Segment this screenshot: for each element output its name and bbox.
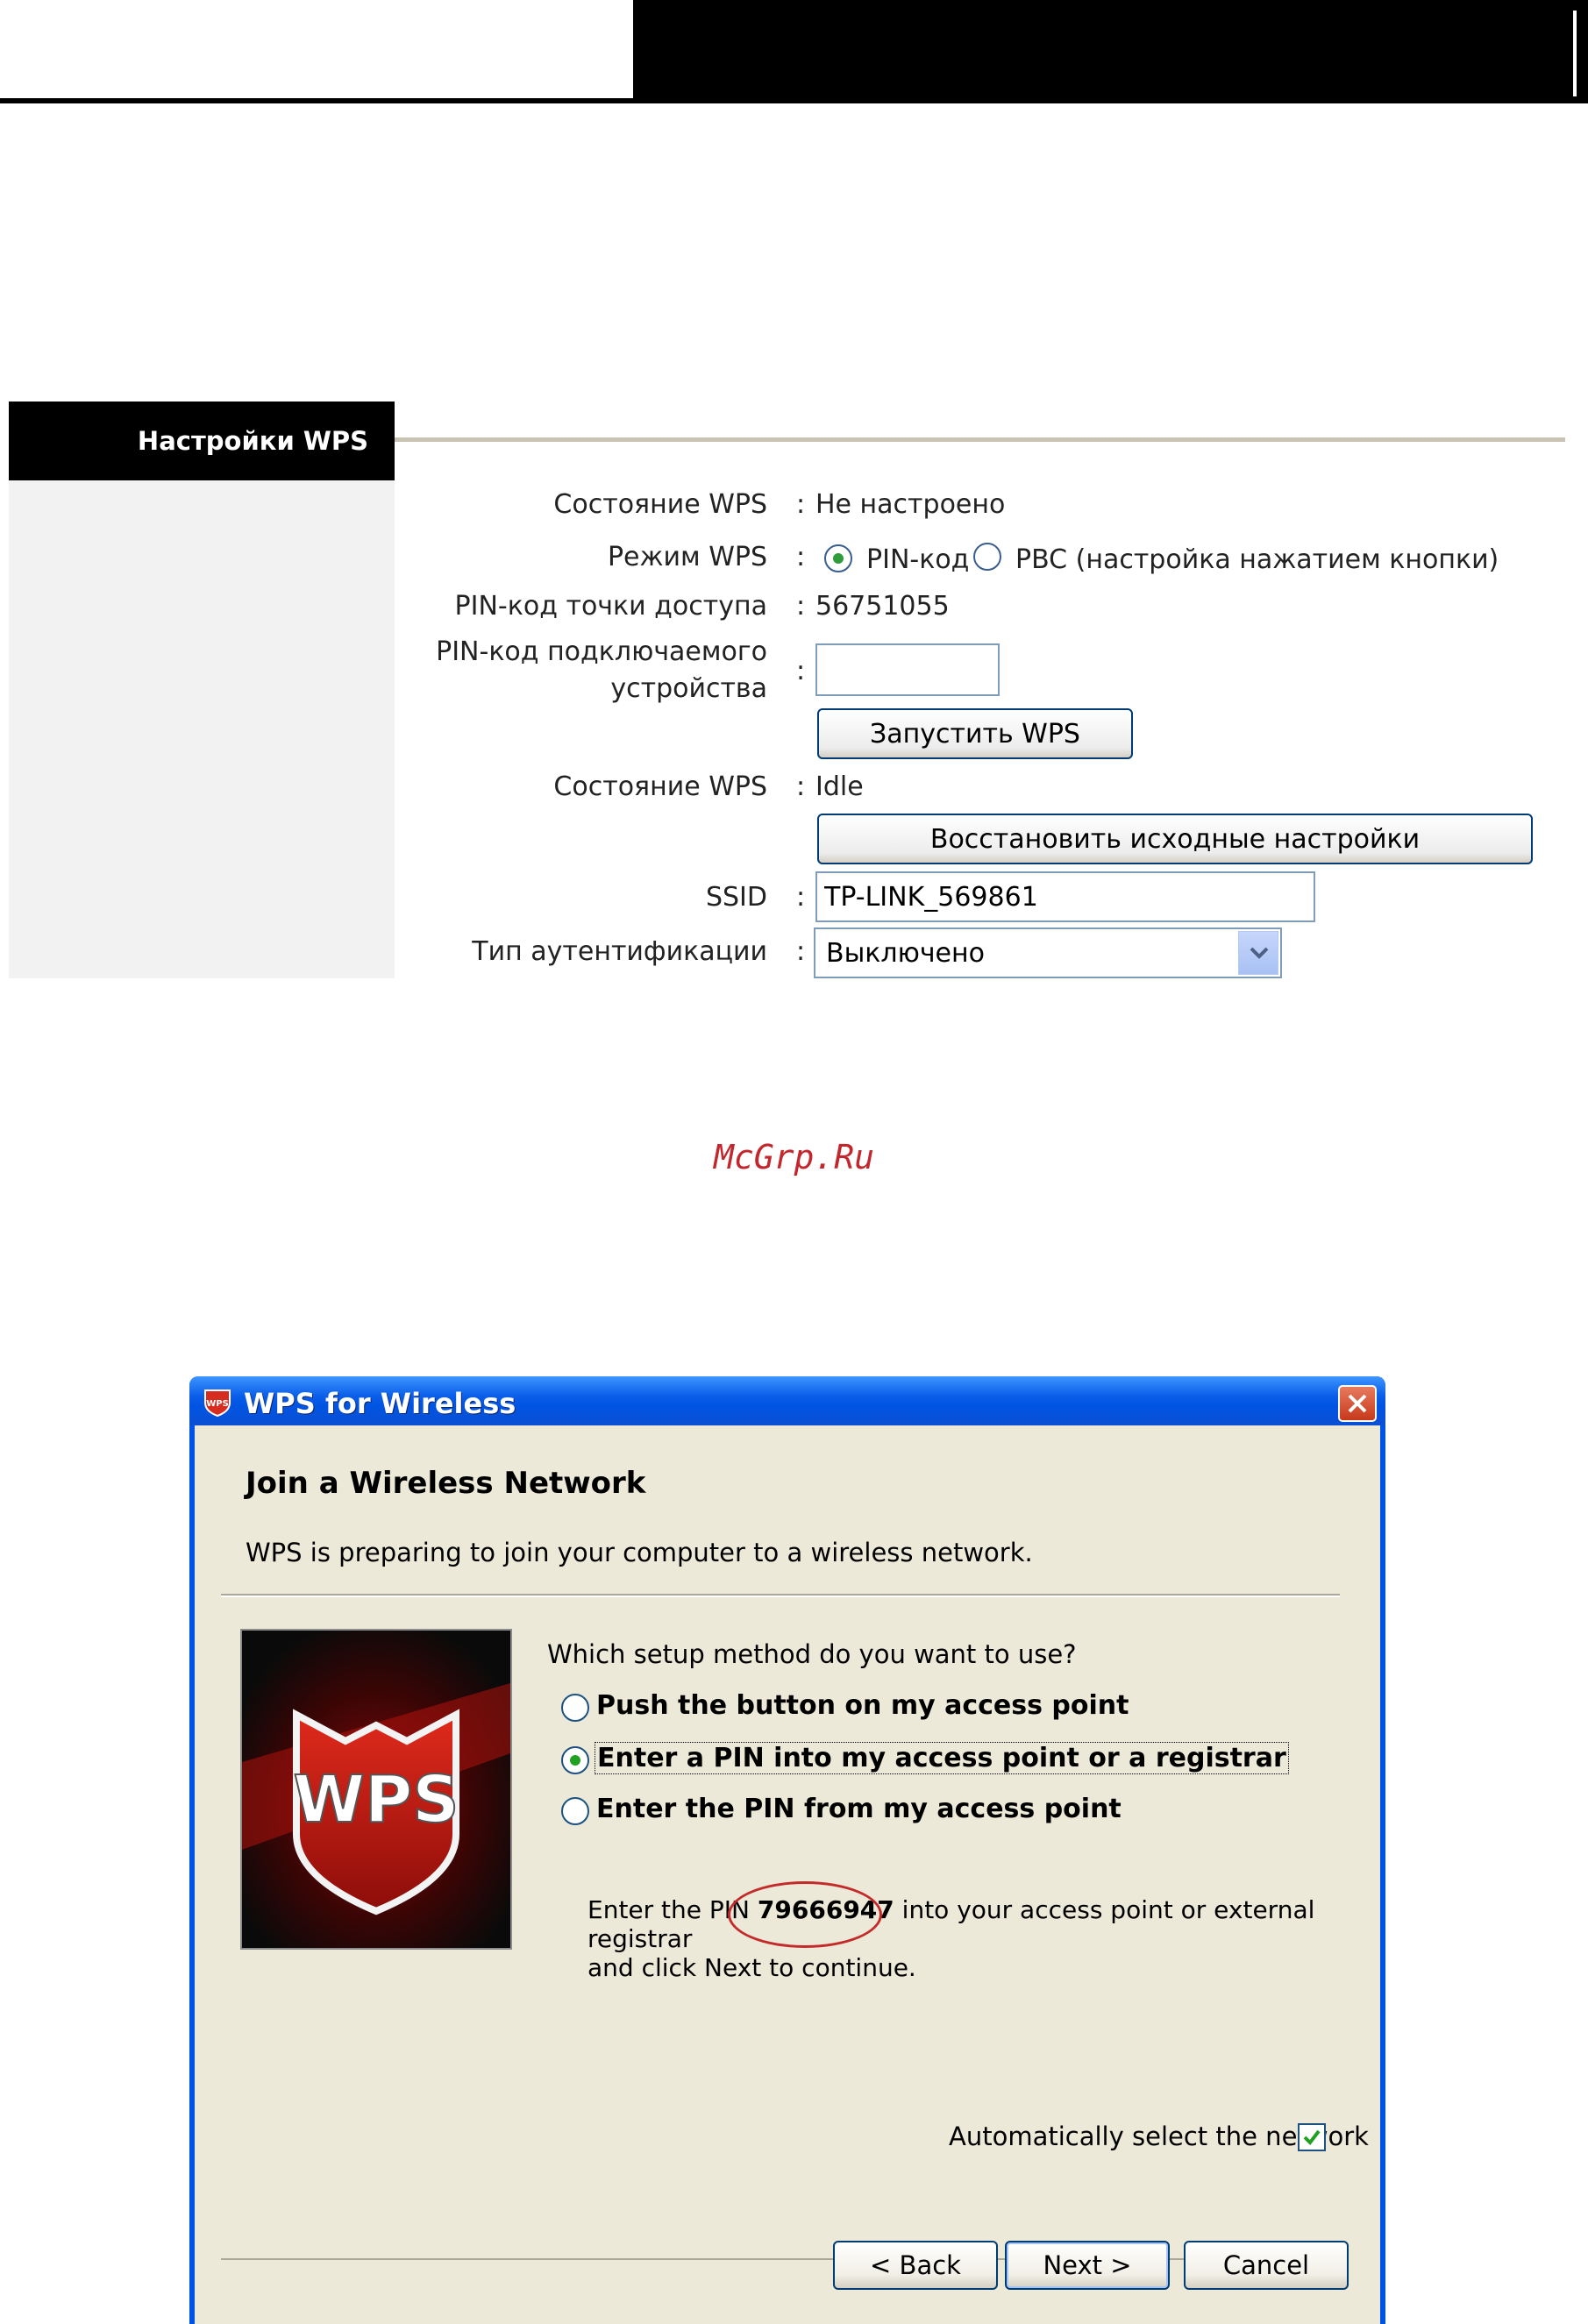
wps-settings-sidebar [9, 402, 395, 978]
pin-text-line2: and click Next to continue. [587, 1953, 916, 1982]
colon: : [796, 656, 806, 686]
option-pin-from-ap-label[interactable]: Enter the PIN from my access point [596, 1794, 1122, 1824]
wps-status-value: Не настроено [815, 489, 1006, 520]
ssid-label: SSID [705, 882, 767, 913]
dialog-titlebar[interactable]: WPS WPS for Wireless [189, 1376, 1385, 1425]
wps-status2-label: Состояние WPS [553, 771, 767, 802]
dialog-title: WPS for Wireless [244, 1387, 516, 1420]
mode-pbc-radio[interactable] [973, 543, 1001, 571]
wps-settings-panel: Настройки WPS Состояние WPS : Не настрое… [9, 402, 1565, 978]
device-pin-label-line2: устройства [610, 673, 767, 704]
pin-highlight-ellipse [728, 1881, 882, 1948]
device-pin-input[interactable] [815, 643, 1000, 696]
page-header-black-bar [633, 0, 1588, 103]
chevron-down-icon[interactable] [1238, 931, 1278, 975]
auth-type-value: Выключено [826, 938, 985, 969]
option-enter-pin-registrar-label[interactable]: Enter a PIN into my access point or a re… [595, 1742, 1289, 1774]
dialog-heading: Join a Wireless Network [246, 1466, 646, 1501]
dialog-body: Join a Wireless Network WPS is preparing… [195, 1425, 1380, 2324]
svg-text:WPS: WPS [206, 1399, 229, 1409]
watermark-text: McGrp.Ru [713, 1138, 875, 1176]
mode-pbc-label[interactable]: PBC (настройка нажатием кнопки) [1015, 544, 1499, 575]
wps-settings-header: Настройки WPS [9, 402, 395, 480]
divider [221, 2258, 1340, 2260]
cancel-button[interactable]: Cancel [1184, 2241, 1349, 2290]
wps-shield-icon: WPS [202, 1389, 233, 1420]
colon: : [796, 936, 806, 967]
auth-type-select[interactable]: Выключено [814, 927, 1282, 978]
colon: : [796, 489, 806, 520]
auto-select-network-checkbox[interactable] [1298, 2123, 1326, 2151]
divider [221, 1596, 1340, 1597]
wps-status-label: Состояние WPS [553, 489, 767, 520]
wps-status2-value: Idle [815, 771, 864, 802]
option-pin-from-ap-radio[interactable] [561, 1797, 589, 1825]
mode-pin-label[interactable]: PIN-код [866, 544, 969, 575]
page-header-rule [0, 98, 633, 103]
pin-instruction-text: Enter the PIN 79666947 into your access … [587, 1895, 1342, 1982]
wps-mode-label: Режим WPS [607, 542, 767, 572]
wps-settings-title: Настройки WPS [137, 426, 368, 456]
ap-pin-label: PIN-код точки доступа [454, 591, 767, 622]
wps-logo-image: WPS [240, 1629, 512, 1950]
wps-logo-text: WPS [293, 1762, 459, 1837]
start-wps-button[interactable]: Запустить WPS [817, 708, 1133, 759]
ssid-input[interactable] [815, 871, 1315, 922]
wps-wireless-dialog: WPS WPS for Wireless Join a Wireless Net… [189, 1376, 1385, 2324]
colon: : [796, 771, 806, 802]
device-pin-label-line1: PIN-код подключаемого [436, 636, 767, 667]
colon: : [796, 591, 806, 622]
option-push-button-radio[interactable] [561, 1694, 589, 1722]
ap-pin-value: 56751055 [815, 591, 950, 622]
checkmark-icon [1303, 2129, 1321, 2146]
option-push-button-label[interactable]: Push the button on my access point [596, 1690, 1129, 1721]
colon: : [796, 882, 806, 913]
setup-method-question: Which setup method do you want to use? [547, 1639, 1077, 1669]
dialog-subtitle: WPS is preparing to join your computer t… [246, 1538, 1033, 1567]
auth-type-label: Тип аутентификации [472, 936, 767, 967]
back-button[interactable]: < Back [833, 2241, 998, 2290]
wps-settings-rule [395, 437, 1565, 442]
page-header-corner-mark [1573, 11, 1577, 96]
next-button[interactable]: Next > [1005, 2241, 1170, 2290]
colon: : [796, 542, 806, 572]
restore-defaults-button[interactable]: Восстановить исходные настройки [817, 814, 1533, 864]
close-icon[interactable] [1338, 1385, 1377, 1422]
mode-pin-radio[interactable] [824, 544, 852, 572]
option-enter-pin-registrar-radio[interactable] [561, 1746, 589, 1774]
page-header-left [0, 0, 633, 98]
